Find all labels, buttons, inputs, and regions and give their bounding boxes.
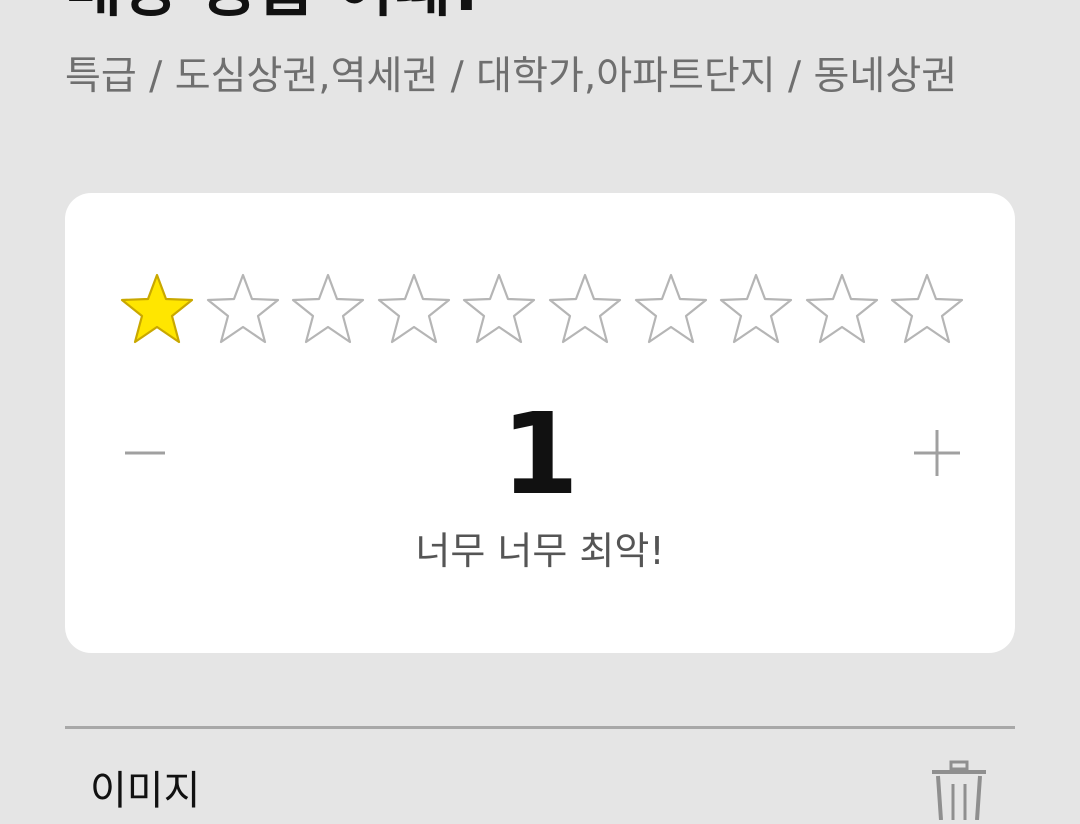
trash-icon [932, 760, 986, 821]
star-icon [720, 273, 793, 344]
rating-star-7[interactable] [632, 271, 710, 347]
store-grade-options: 특급 / 도심상권,역세권 / 대학가,아파트단지 / 동네상권 [65, 54, 958, 99]
rating-star-5[interactable] [460, 271, 538, 347]
star-icon [206, 273, 279, 344]
rating-star-6[interactable] [546, 271, 624, 347]
plus-icon [914, 430, 960, 476]
rating-star-10[interactable] [888, 271, 966, 347]
rating-star-2[interactable] [204, 271, 282, 347]
delete-image-button[interactable] [928, 760, 990, 821]
star-icon [548, 273, 622, 344]
image-section-label: 이미지 [90, 768, 201, 814]
star-icon [463, 273, 536, 344]
increase-button[interactable] [907, 423, 967, 483]
page-title: 매장 등급 어때? [65, 0, 486, 26]
rating-description: 너무 너무 최악! [415, 529, 665, 573]
rating-card: 1 너무 너무 최악! [65, 193, 1015, 653]
star-rating[interactable] [118, 271, 966, 347]
rating-star-3[interactable] [289, 271, 367, 347]
rating-score: 1 [501, 390, 579, 520]
star-icon [292, 273, 365, 344]
star-icon [891, 273, 964, 344]
star-icon [634, 273, 707, 344]
star-icon [120, 273, 194, 344]
rating-star-4[interactable] [375, 271, 453, 347]
section-divider [65, 726, 1015, 729]
rating-star-9[interactable] [803, 271, 881, 347]
rating-star-8[interactable] [717, 271, 795, 347]
star-icon [377, 273, 450, 344]
rating-star-1[interactable] [118, 271, 196, 347]
star-icon [805, 273, 878, 344]
